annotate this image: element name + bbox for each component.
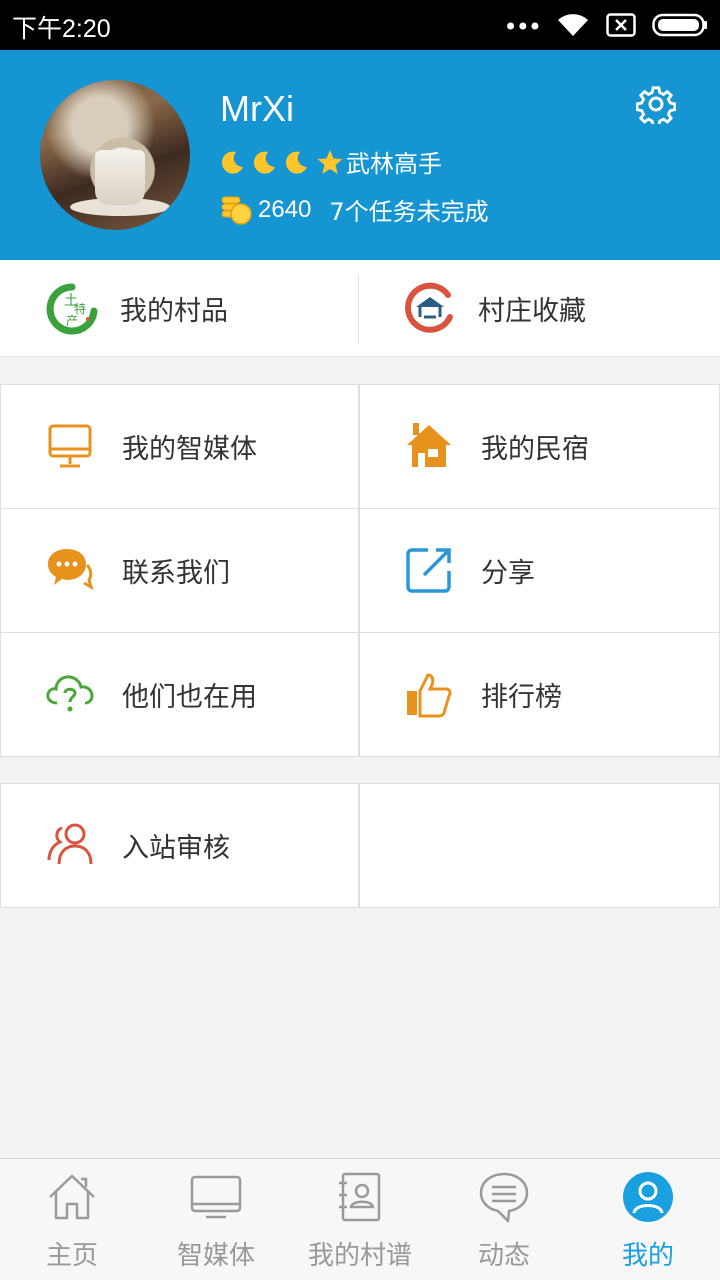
tab-home[interactable]: 主页 [0, 1159, 144, 1280]
house-icon [407, 423, 451, 467]
menu-item-my-homestay[interactable]: 我的民宿 [359, 385, 720, 509]
avatar[interactable] [40, 80, 190, 230]
coin-count: 2640 [258, 195, 312, 223]
menu-item-leaderboard[interactable]: 排行榜 [359, 633, 720, 757]
no-sim-icon [606, 13, 636, 37]
moon-icon [253, 151, 275, 174]
tab-label: 智媒体 [176, 1241, 255, 1271]
menu-item-my-media[interactable]: 我的智媒体 [0, 385, 359, 509]
tasks-text[interactable]: 7个任务未完成 [329, 192, 488, 227]
level-title: 武林高手 [346, 150, 442, 178]
moon-icon [221, 151, 243, 174]
tab-label: 动态 [477, 1241, 530, 1271]
cloud-question-icon [46, 675, 94, 712]
settings-gear-icon[interactable] [636, 84, 676, 124]
coins-icon [221, 196, 252, 225]
share-icon [406, 548, 451, 593]
tab-label: 主页 [45, 1241, 98, 1271]
chat-icon [48, 549, 94, 591]
menu-item-label: 他们也在用 [122, 682, 257, 713]
profile-header: MrXi 武林高手 2640 7个任务未完成 [0, 50, 720, 260]
menu-item-station-review[interactable]: 入站审核 [0, 784, 359, 908]
users-icon [47, 823, 93, 865]
contacts-icon [339, 1172, 381, 1222]
menu-item-label: 入站审核 [122, 833, 230, 864]
village-products-icon: 土 特 产 [46, 283, 98, 334]
bottom-nav: 主页 智媒体 我的村谱 动态 我的 [0, 1158, 720, 1280]
more-dots: ••• [503, 13, 542, 41]
menu-item-empty [359, 784, 720, 908]
menu-item-label: 排行榜 [481, 682, 562, 713]
moon-icon [285, 151, 307, 174]
menu-item-label: 分享 [481, 558, 535, 589]
menu-item-label: 我的民宿 [481, 434, 589, 465]
thumbs-up-icon [407, 673, 452, 718]
menu-grid: 我的智媒体 我的民宿 联系我们 分享 他们也在用 排行榜 [0, 384, 720, 757]
battery-icon [652, 13, 708, 37]
monitor-icon [48, 424, 92, 468]
home-icon [49, 1174, 95, 1220]
star-icon [317, 149, 343, 174]
coin-row: 2640 7个任务未完成 [220, 192, 489, 227]
tab-feed[interactable]: 动态 [432, 1159, 576, 1280]
quick-link-village-collection[interactable]: 村庄收藏 [402, 260, 586, 357]
menu-item-share[interactable]: 分享 [359, 509, 720, 633]
menu-item-they-use-too[interactable]: 他们也在用 [0, 633, 359, 757]
wifi-icon [556, 12, 590, 38]
quick-link-label: 村庄收藏 [478, 296, 586, 327]
message-icon [479, 1172, 529, 1223]
quick-link-village-products[interactable]: 土 特 产 我的村品 [44, 260, 228, 357]
svg-text:产: 产 [66, 314, 78, 328]
menu-item-contact-us[interactable]: 联系我们 [0, 509, 359, 633]
tab-mine[interactable]: 我的 [576, 1159, 720, 1280]
quick-links: 土 特 产 我的村品 村庄收藏 [0, 260, 720, 357]
quick-link-label: 我的村品 [120, 296, 228, 327]
village-collection-icon [405, 282, 453, 333]
menu-item-label: 联系我们 [122, 558, 230, 589]
tab-smart-media[interactable]: 智媒体 [144, 1159, 288, 1280]
level-row: 武林高手 [220, 144, 442, 179]
tab-my-village-directory[interactable]: 我的村谱 [288, 1159, 432, 1280]
divider [358, 274, 359, 344]
tab-label: 我的村谱 [307, 1241, 412, 1271]
tv-icon [190, 1175, 242, 1219]
tab-label: 我的 [621, 1241, 674, 1271]
status-time: 下午2:20 [12, 15, 111, 43]
status-icons: ••• [504, 10, 708, 40]
status-bar: 下午2:20 ••• [0, 0, 720, 50]
menu-grid-2: 入站审核 [0, 783, 720, 908]
profile-icon [623, 1172, 673, 1222]
menu-item-label: 我的智媒体 [122, 434, 257, 465]
username: MrXi [220, 88, 294, 129]
